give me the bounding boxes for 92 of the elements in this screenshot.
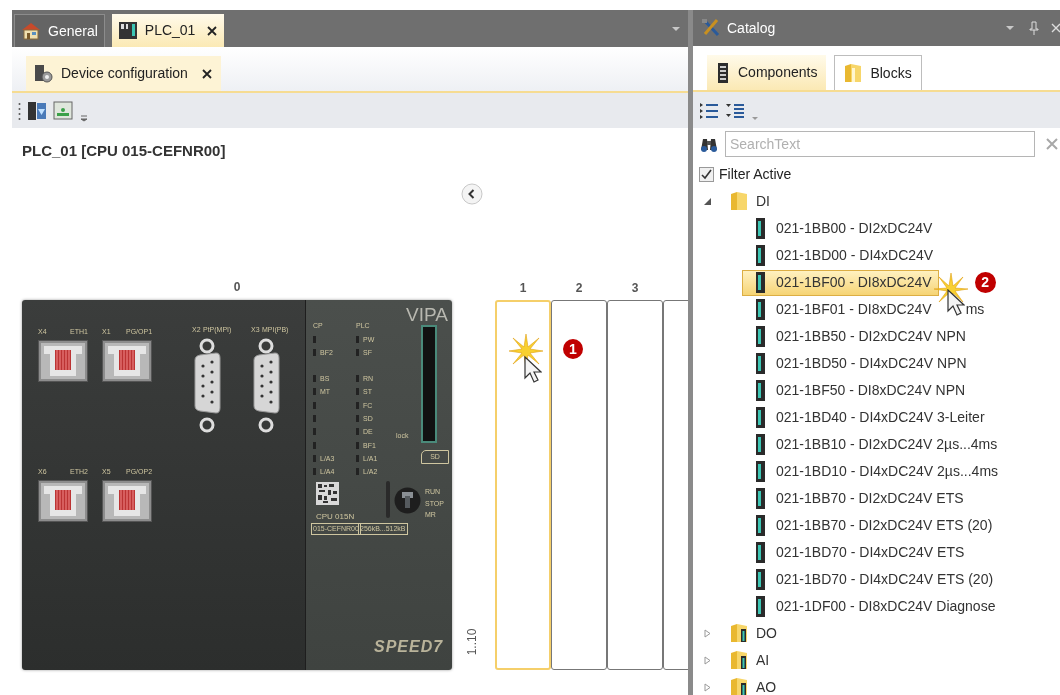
gear-icon xyxy=(34,63,54,84)
module-icon xyxy=(755,218,766,239)
collapse-icon[interactable] xyxy=(461,183,483,205)
tree-item[interactable]: 021-1BB00 - DI2xDC24V xyxy=(742,215,940,242)
plc-icon xyxy=(117,20,138,41)
tree-group-label[interactable]: AO xyxy=(756,677,777,695)
panel-title: Catalog xyxy=(727,18,776,38)
clear-icon[interactable] xyxy=(1045,137,1059,151)
module-icon xyxy=(755,542,766,563)
module-icon xyxy=(755,461,766,482)
step-number: 2 xyxy=(974,272,996,293)
tree-group-label[interactable]: DI xyxy=(756,191,770,212)
module-icon xyxy=(755,488,766,509)
module-icon xyxy=(755,596,766,617)
tree-item[interactable]: 021-1BD70 - DI4xDC24V ETS (20) xyxy=(742,566,1001,593)
checkmark-icon xyxy=(701,168,712,180)
dropdown-icon[interactable] xyxy=(1005,24,1015,32)
ethernet-port-icon xyxy=(38,340,88,382)
mode-switch-icon xyxy=(394,487,421,514)
tree-item[interactable]: 021-1BD40 - DI4xDC24V 3-Leiter xyxy=(742,404,992,431)
module-icon xyxy=(755,245,766,266)
expand-toggle-icon[interactable] xyxy=(703,197,712,206)
expand-toggle-icon[interactable] xyxy=(703,629,712,638)
pin-icon[interactable] xyxy=(1029,21,1039,35)
monitor-icon[interactable] xyxy=(53,100,73,121)
grip-icon xyxy=(18,101,21,120)
model-label: CPU 015N xyxy=(316,511,355,523)
empty-slot[interactable] xyxy=(551,300,607,670)
panel-tab[interactable]: Components xyxy=(707,55,827,90)
ethernet-port-icon xyxy=(102,480,152,522)
tree-item[interactable]: 021-1BB50 - DI2xDC24V NPN xyxy=(742,323,973,350)
tree-group-label[interactable]: DO xyxy=(756,623,777,644)
folder-icon xyxy=(730,624,748,643)
tree-item[interactable]: 021-1BF01 - DI8xDC24V ms xyxy=(742,296,992,323)
module-icon xyxy=(755,380,766,401)
brand-label: VIPA xyxy=(406,304,448,326)
folder-icon xyxy=(730,678,748,695)
module-icon xyxy=(716,62,730,83)
cursor-icon xyxy=(524,356,542,384)
module-icon xyxy=(755,407,766,428)
module-icon xyxy=(755,326,766,347)
tree-item[interactable]: 021-1BF00 - DI8xDC24V xyxy=(742,269,939,296)
tree-item[interactable]: 021-1BD10 - DI4xDC24V 2µs...4ms xyxy=(742,458,1006,485)
tree-item[interactable]: 021-1BB70 - DI2xDC24V ETS xyxy=(742,485,971,512)
tree-item[interactable]: 021-1BD00 - DI4xDC24V xyxy=(742,242,941,269)
module-icon xyxy=(755,434,766,455)
module-icon xyxy=(755,569,766,590)
slot-number: 0 xyxy=(233,279,241,296)
module-icon xyxy=(755,515,766,536)
ethernet-port-icon xyxy=(102,340,152,382)
close-icon[interactable] xyxy=(206,24,219,37)
search-field[interactable]: SearchText xyxy=(725,131,1035,157)
slot-number: 2 xyxy=(575,279,583,297)
document-tab[interactable]: Device configuration xyxy=(26,56,221,91)
tools-icon xyxy=(701,18,721,38)
panel-tab[interactable]: Blocks xyxy=(834,55,922,90)
device-title: PLC_01 [CPU 015-CEFNR00] xyxy=(21,141,227,160)
tree-item[interactable]: 021-1BB70 - DI2xDC24V ETS (20) xyxy=(742,512,1000,539)
folder-icon xyxy=(730,192,748,211)
serial-port-icon xyxy=(251,338,281,434)
filter-checkbox[interactable] xyxy=(699,166,714,182)
module-icon xyxy=(755,272,766,293)
empty-slot[interactable] xyxy=(607,300,663,670)
tree-item[interactable]: 021-1BD70 - DI4xDC24V ETS xyxy=(742,539,972,566)
close-icon[interactable] xyxy=(200,67,213,80)
expand-toggle-icon[interactable] xyxy=(703,683,712,692)
tree-item[interactable]: 021-1BD50 - DI4xDC24V NPN xyxy=(742,350,974,377)
qr-code-icon xyxy=(316,482,339,505)
expand-toggle-icon[interactable] xyxy=(703,656,712,665)
folder-icon xyxy=(730,651,748,670)
speed7-logo: SPEED7 xyxy=(374,637,444,657)
download-icon[interactable] xyxy=(27,100,47,121)
tree-item[interactable]: 021-1BB10 - DI2xDC24V 2µs...4ms xyxy=(742,431,1005,458)
tree-group-label[interactable]: AI xyxy=(756,650,770,671)
slot-number: 1 xyxy=(519,279,527,297)
binoculars-icon xyxy=(699,136,719,152)
cursor-icon xyxy=(946,288,965,317)
slot-range-label: 1..10 xyxy=(464,628,481,656)
editor-tab[interactable]: PLC_01 xyxy=(111,14,225,47)
tree-item-text: ms xyxy=(965,300,985,319)
module-icon xyxy=(755,353,766,374)
module-icon xyxy=(755,299,766,320)
serial-port-icon xyxy=(192,338,222,434)
filter-label: Filter Active xyxy=(719,164,792,184)
editor-tab[interactable]: General xyxy=(14,14,105,47)
tree-item[interactable]: 021-1BF50 - DI8xDC24V NPN xyxy=(742,377,973,404)
tree-item[interactable]: 021-1DF00 - DI8xDC24V Diagnose xyxy=(742,593,1003,620)
expand-all-icon[interactable] xyxy=(699,100,719,120)
folder-icon xyxy=(844,63,863,83)
slot-number: 3 xyxy=(631,279,639,297)
ethernet-port-icon xyxy=(38,480,88,522)
house-icon xyxy=(21,21,41,41)
